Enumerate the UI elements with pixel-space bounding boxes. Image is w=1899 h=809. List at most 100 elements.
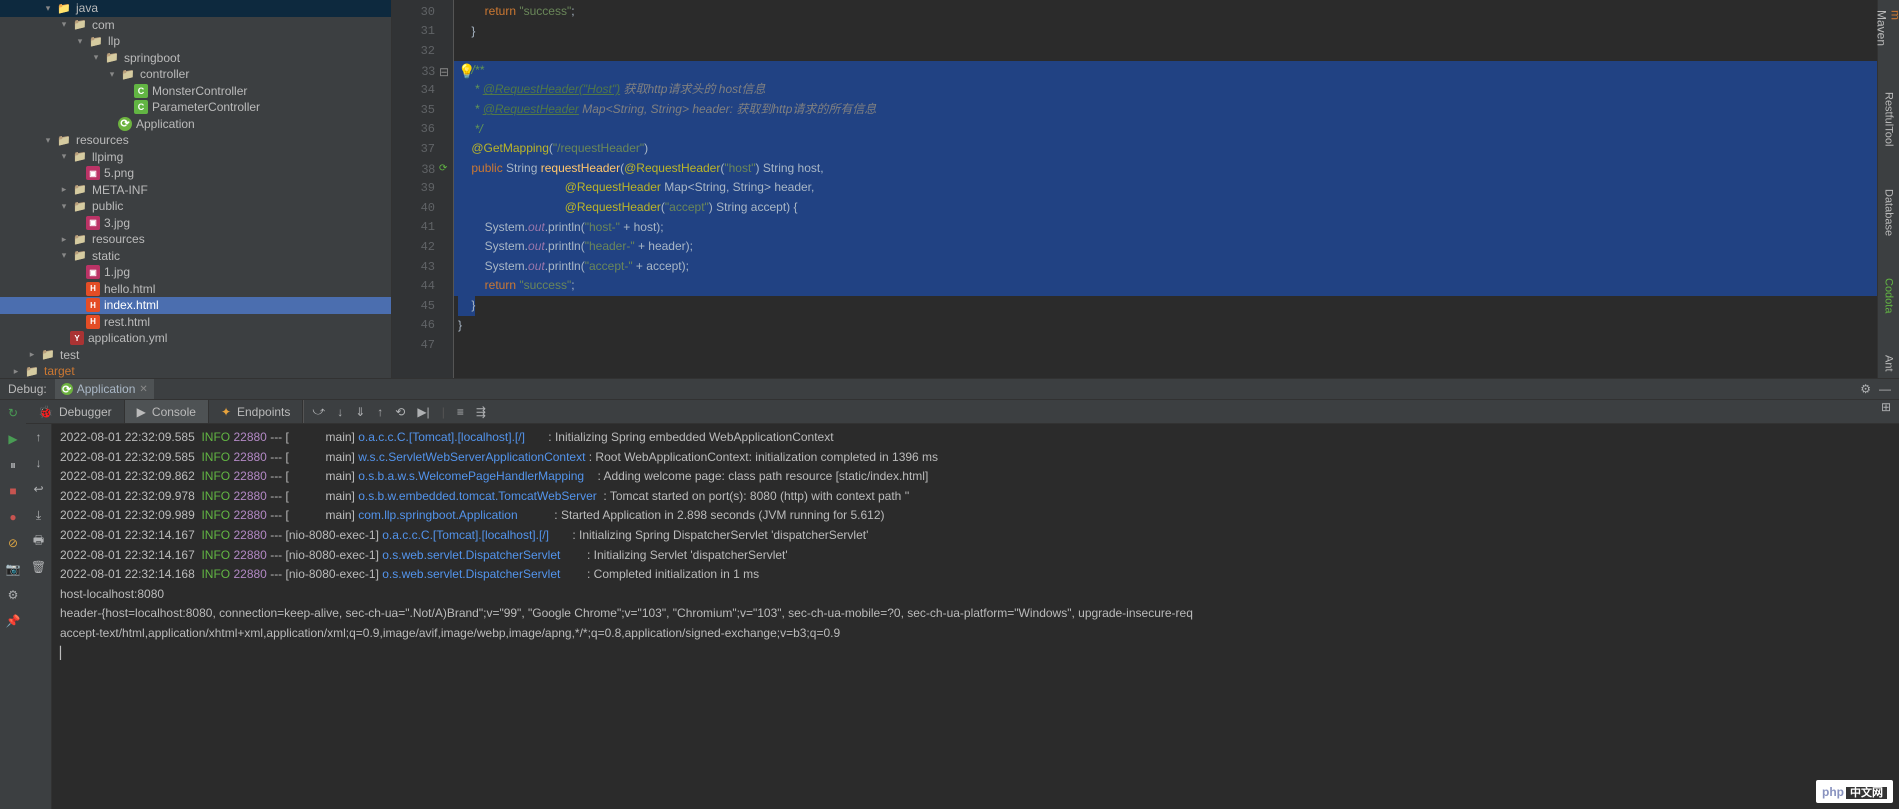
code-text: ; xyxy=(571,278,574,292)
ant-tool[interactable]: Ant xyxy=(1881,349,1897,378)
tree-java[interactable]: ▾java xyxy=(0,0,391,17)
line-number: 39 xyxy=(392,178,453,198)
tree-llpimg[interactable]: ▾llpimg xyxy=(0,149,391,166)
tree-springboot[interactable]: ▾springboot xyxy=(0,50,391,67)
caret: ▏ xyxy=(60,644,1891,664)
gear-icon[interactable]: ⚙ xyxy=(1860,382,1871,396)
run-gutter-icon[interactable]: ⟳ xyxy=(439,163,451,175)
tree-1jpg[interactable]: 1.jpg xyxy=(0,264,391,281)
html-icon xyxy=(86,298,100,312)
tree-index[interactable]: index.html xyxy=(0,297,391,314)
tab-debugger[interactable]: 🐞Debugger xyxy=(26,400,125,423)
step-into-icon[interactable]: ↓ xyxy=(337,405,343,419)
tab-endpoints[interactable]: ✦Endpoints xyxy=(209,400,303,423)
tree-5png[interactable]: 5.png xyxy=(0,165,391,182)
tree-label: MonsterController xyxy=(152,84,247,98)
fold-icon[interactable]: ⊟ xyxy=(439,65,451,77)
code-text: "success" xyxy=(516,278,571,292)
layout-icon[interactable]: ⊞ xyxy=(1881,400,1891,414)
console-output[interactable]: 2022-08-01 22:32:09.585 INFO 22880 --- [… xyxy=(52,424,1899,809)
code-text: 获取到http请求的所有信息 xyxy=(736,102,876,116)
tree-monster[interactable]: MonsterController xyxy=(0,83,391,100)
camera-icon[interactable]: 📷 xyxy=(4,560,22,578)
restful-tool[interactable]: RestfulTool xyxy=(1881,86,1897,152)
tree-static[interactable]: ▾ static xyxy=(0,248,391,265)
tree-label: hello.html xyxy=(104,282,155,296)
yml-icon xyxy=(70,331,84,345)
code-text: .println( xyxy=(545,239,585,253)
step-over-icon[interactable]: ⤻ xyxy=(312,404,325,419)
code-text: 获取http请求头的 host信息 xyxy=(620,82,765,96)
tree-test[interactable]: ▸test xyxy=(0,347,391,364)
drop-frame-icon[interactable]: ⟲ xyxy=(395,405,405,419)
code-text: @GetMapping xyxy=(471,141,549,155)
tree-resources2[interactable]: ▸resources xyxy=(0,231,391,248)
tree-target[interactable]: ▸target xyxy=(0,363,391,378)
tree-resources[interactable]: ▾resources xyxy=(0,132,391,149)
trace-icon[interactable]: ⇶ xyxy=(476,405,486,419)
database-tool[interactable]: Database xyxy=(1881,183,1897,242)
force-step-icon[interactable]: ⇓ xyxy=(355,405,365,419)
clear-icon[interactable]: 🗑 xyxy=(30,558,48,576)
tree-controller[interactable]: ▾controller xyxy=(0,66,391,83)
breakpoint-icon[interactable]: ● xyxy=(4,508,22,526)
code-text: ; xyxy=(571,4,574,18)
tree-hello[interactable]: hello.html xyxy=(0,281,391,298)
stop-icon[interactable]: ■ xyxy=(4,482,22,500)
debug-tab[interactable]: Application ✕ xyxy=(55,379,154,399)
rerun-icon[interactable]: ↻ xyxy=(4,404,22,422)
run-to-cursor-icon[interactable]: ▶| xyxy=(417,405,429,419)
tree-rest[interactable]: rest.html xyxy=(0,314,391,331)
chevron-down-icon: ▾ xyxy=(58,200,70,212)
project-tree[interactable]: ▾java ▾com ▾llp ▾springboot ▾controller … xyxy=(0,0,392,378)
tab-console[interactable]: ▶Console xyxy=(125,400,209,423)
evaluate-icon[interactable]: ≡ xyxy=(457,405,464,419)
code-text: return xyxy=(485,4,516,18)
code-text: String xyxy=(503,161,541,175)
chevron-right-icon: ▸ xyxy=(58,184,70,196)
tree-llp[interactable]: ▾llp xyxy=(0,33,391,50)
line-number: 43 xyxy=(392,257,453,277)
tree-application[interactable]: Application xyxy=(0,116,391,133)
down-icon[interactable]: ↓ xyxy=(30,454,48,472)
tree-parameter[interactable]: ParameterController xyxy=(0,99,391,116)
chevron-down-icon: ▾ xyxy=(42,134,54,146)
tree-metainf[interactable]: ▸META-INF xyxy=(0,182,391,199)
print-icon[interactable]: 🖶 xyxy=(30,532,48,550)
codota-tool[interactable]: Codota xyxy=(1881,272,1897,319)
chevron-right-icon: ▸ xyxy=(58,233,70,245)
bulb-icon[interactable]: 💡 xyxy=(458,62,475,82)
tree-appyml[interactable]: application.yml xyxy=(0,330,391,347)
log-line: 2022-08-01 22:32:14.167 INFO 22880 --- [… xyxy=(60,526,1891,546)
code-text: public xyxy=(471,161,502,175)
code-text: "accept-" xyxy=(585,259,633,273)
tree-com[interactable]: ▾com xyxy=(0,17,391,34)
pause-icon[interactable]: ⏸ xyxy=(4,456,22,474)
chevron-down-icon: ▾ xyxy=(58,250,70,262)
pin-icon[interactable]: 📌 xyxy=(4,612,22,630)
line-number: 41 xyxy=(392,218,453,238)
code-text: @RequestHeader xyxy=(565,200,661,214)
wrap-icon[interactable]: ↩ xyxy=(30,480,48,498)
image-icon xyxy=(86,166,100,180)
code-body[interactable]: 💡 return "success"; } /** * @RequestHead… xyxy=(454,0,1877,378)
stdout-line: host-localhost:8080 xyxy=(60,585,1891,605)
code-editor[interactable]: 30 31 32 33⊟ 34 35 36 37 38⟳ 39 40 41 42… xyxy=(392,0,1877,378)
scroll-end-icon[interactable]: ⤓ xyxy=(30,506,48,524)
tree-3jpg[interactable]: 3.jpg xyxy=(0,215,391,232)
tree-public[interactable]: ▾public xyxy=(0,198,391,215)
up-icon[interactable]: ↑ xyxy=(30,428,48,446)
tree-label: static xyxy=(92,249,120,263)
chevron-down-icon: ▾ xyxy=(106,68,118,80)
settings-icon[interactable]: ⚙ xyxy=(4,586,22,604)
close-icon[interactable]: ✕ xyxy=(139,384,147,395)
tree-label: llp xyxy=(108,34,120,48)
step-out-icon[interactable]: ↑ xyxy=(377,405,383,419)
resume-icon[interactable]: ▶ xyxy=(4,430,22,448)
code-text: ) xyxy=(644,141,648,155)
chevron-right-icon: ▸ xyxy=(10,365,22,377)
mute-breakpoints-icon[interactable]: ⊘ xyxy=(4,534,22,552)
minimize-icon[interactable]: — xyxy=(1879,382,1891,396)
class-icon xyxy=(134,84,148,98)
spring-icon xyxy=(118,117,132,131)
